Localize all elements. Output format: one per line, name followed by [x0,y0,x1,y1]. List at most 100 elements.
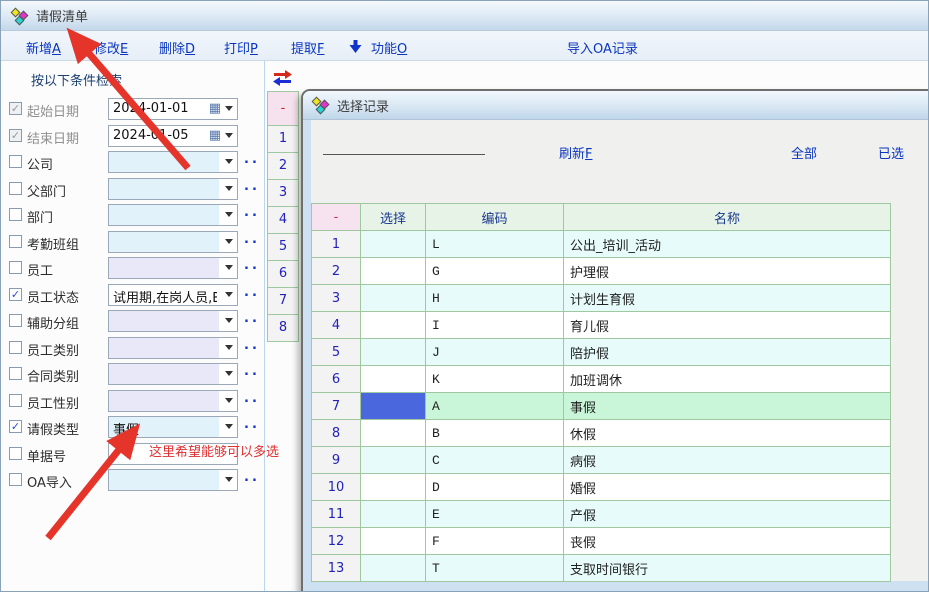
grid-row-number[interactable]: 4 [267,207,299,234]
name-cell[interactable]: 婚假 [564,474,891,501]
checkbox-考勤班组[interactable] [9,235,22,248]
lookup-button-员工状态[interactable]: .. [244,285,260,300]
lookup-button-请假类型[interactable]: .. [244,417,260,432]
menu-item-d[interactable]: 删除D [159,38,195,57]
select-cell[interactable] [361,285,426,312]
name-cell[interactable]: 病假 [564,447,891,474]
code-cell[interactable]: J [426,339,564,366]
checkbox-部门[interactable] [9,208,22,221]
column-header-编码[interactable]: 编码 [426,204,564,231]
table-row[interactable]: 8B休假 [312,420,891,447]
select-cell[interactable] [361,501,426,528]
checkbox-父部门[interactable] [9,182,22,195]
checkbox-请假类型[interactable]: ✓ [9,420,22,433]
menu-item-e[interactable]: 修改E [94,38,128,57]
menu-item-a[interactable]: 新增A [26,38,61,57]
name-cell[interactable]: 支取时间银行 [564,555,891,582]
table-row[interactable]: 13T支取时间银行 [312,555,891,582]
dropdown-考勤班组[interactable] [108,231,238,253]
dropdown-OA导入[interactable] [108,469,238,491]
dropdown-员工状态[interactable]: 试用期,在岗人员,E [108,284,238,306]
table-row[interactable]: 1L公出_培训_活动 [312,231,891,258]
column-header-选择[interactable]: 选择 [361,204,426,231]
name-cell[interactable]: 休假 [564,420,891,447]
chevron-down-icon[interactable] [225,159,233,164]
grid-row-number[interactable]: 7 [267,288,299,315]
code-cell[interactable]: B [426,420,564,447]
lookup-button-合同类别[interactable]: .. [244,364,260,379]
menu-item-p[interactable]: 打印P [224,38,258,57]
name-cell[interactable]: 产假 [564,501,891,528]
grid-row-number[interactable]: 5 [267,234,299,261]
dropdown-辅助分组[interactable] [108,310,238,332]
calendar-icon[interactable]: ▦ [209,128,221,143]
grid-row-number[interactable]: 8 [267,315,299,342]
checkbox-公司[interactable] [9,155,22,168]
chevron-down-icon[interactable] [225,265,233,270]
grid-row-number[interactable]: 6 [267,261,299,288]
dropdown-合同类别[interactable] [108,363,238,385]
name-cell[interactable]: 丧假 [564,528,891,555]
chevron-down-icon[interactable] [225,292,233,297]
table-row[interactable]: 6K加班调休 [312,366,891,393]
dropdown-请假类型[interactable]: 事假 [108,416,238,438]
chevron-down-icon[interactable] [225,106,233,111]
code-cell[interactable]: A [426,393,564,420]
chevron-down-icon[interactable] [225,133,233,138]
code-cell[interactable]: T [426,555,564,582]
checkbox-员工[interactable] [9,261,22,274]
code-cell[interactable]: E [426,501,564,528]
select-cell[interactable] [361,474,426,501]
table-row[interactable]: 3H计划生育假 [312,285,891,312]
table-row[interactable]: 4I育儿假 [312,312,891,339]
code-cell[interactable]: D [426,474,564,501]
chevron-down-icon[interactable] [225,239,233,244]
lookup-button-OA导入[interactable]: .. [244,470,260,485]
checkbox-员工类别[interactable] [9,341,22,354]
date-field-结束日期[interactable]: 2024-01-05▦ [108,125,238,147]
dropdown-员工性别[interactable] [108,390,238,412]
lookup-button-公司[interactable]: .. [244,152,260,167]
select-cell[interactable] [361,447,426,474]
chevron-down-icon[interactable] [225,318,233,323]
checkbox-合同类别[interactable] [9,367,22,380]
date-field-起始日期[interactable]: 2024-01-01▦ [108,98,238,120]
search-input[interactable] [323,135,485,155]
swap-columns-icon[interactable] [273,70,292,86]
checkbox-单据号[interactable] [9,447,22,460]
select-cell[interactable] [361,528,426,555]
dropdown-部门[interactable] [108,204,238,226]
table-row[interactable]: 11E产假 [312,501,891,528]
select-cell[interactable] [361,231,426,258]
name-cell[interactable]: 计划生育假 [564,285,891,312]
calendar-icon[interactable]: ▦ [209,101,221,116]
grid-row-number[interactable]: 2 [267,153,299,180]
select-cell[interactable] [361,312,426,339]
code-cell[interactable]: H [426,285,564,312]
all-link[interactable]: 全部 [791,143,817,162]
table-row[interactable]: 5J陪护假 [312,339,891,366]
chevron-down-icon[interactable] [225,212,233,217]
dropdown-父部门[interactable] [108,178,238,200]
lookup-button-员工类别[interactable]: .. [244,338,260,353]
select-cell[interactable] [361,366,426,393]
select-cell[interactable] [361,420,426,447]
name-cell[interactable]: 育儿假 [564,312,891,339]
checkbox-员工状态[interactable]: ✓ [9,288,22,301]
select-cell[interactable] [361,393,426,420]
grid-row-number[interactable]: 1 [267,126,299,153]
dropdown-员工类别[interactable] [108,337,238,359]
chevron-down-icon[interactable] [225,424,233,429]
menu-item-f[interactable]: 提取F [291,38,325,57]
refresh-link[interactable]: 刷新F [559,143,593,162]
dropdown-公司[interactable] [108,151,238,173]
code-cell[interactable]: G [426,258,564,285]
dropdown-员工[interactable] [108,257,238,279]
checkbox-员工性别[interactable] [9,394,22,407]
name-cell[interactable]: 陪护假 [564,339,891,366]
grid-row-number[interactable]: 3 [267,180,299,207]
table-row[interactable]: 7A事假 [312,393,891,420]
checkbox-辅助分组[interactable] [9,314,22,327]
chevron-down-icon[interactable] [225,398,233,403]
selected-link[interactable]: 已选 [878,143,904,162]
